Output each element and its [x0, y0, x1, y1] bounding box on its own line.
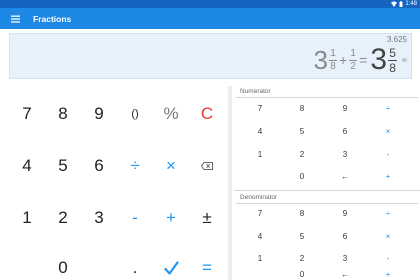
den-key-0[interactable]: 0: [282, 270, 322, 280]
term2-numerator: 1: [350, 47, 356, 59]
denominator-rule: [236, 203, 418, 204]
key-6[interactable]: 6: [81, 146, 117, 186]
app-title: Fractions: [33, 13, 72, 24]
den-key-4[interactable]: 4: [240, 228, 280, 244]
result-denominator: 8: [389, 60, 396, 75]
expression-display: 3.625 3 1 8 + 1 2 = 3 5 8 ≈: [9, 33, 412, 79]
backspace-icon: [201, 162, 213, 170]
term1-numerator: 1: [330, 47, 336, 59]
num-key-7[interactable]: 7: [240, 100, 280, 116]
denominator-panel: Denominator 7 8 9 ÷ 4 5 6 × 1 2 3 - 0 ← …: [234, 191, 420, 280]
den-key-3[interactable]: 3: [325, 250, 365, 266]
den-key-7[interactable]: 7: [240, 205, 280, 221]
key-3[interactable]: 3: [81, 198, 117, 238]
term2-denominator: 2: [350, 60, 356, 72]
percent-button[interactable]: %: [153, 94, 189, 134]
approx-toggle[interactable]: ≈: [402, 55, 407, 65]
status-time: 1:48: [405, 1, 417, 7]
keypad-divider: [228, 86, 232, 280]
key-9[interactable]: 9: [81, 94, 117, 134]
numerator-panel: Numerator 7 8 9 ÷ 4 5 6 × 1 2 3 - 0 ← +: [234, 86, 420, 190]
num-multiply-button[interactable]: ×: [368, 123, 408, 139]
den-multiply-button[interactable]: ×: [368, 228, 408, 244]
den-back-arrow-button[interactable]: ←: [325, 270, 365, 280]
parentheses-button[interactable]: (): [117, 94, 153, 134]
equals-button[interactable]: =: [189, 248, 225, 280]
den-key-1[interactable]: 1: [240, 250, 280, 266]
result-whole: 3: [370, 43, 388, 76]
plus-button[interactable]: +: [153, 198, 189, 238]
key-4[interactable]: 4: [9, 146, 45, 186]
num-back-arrow-button[interactable]: ←: [325, 168, 365, 184]
wifi-icon: [391, 1, 398, 7]
term1-fraction: 1 8: [328, 47, 337, 72]
num-key-1[interactable]: 1: [240, 146, 280, 162]
check-icon: [163, 260, 179, 275]
num-key-8[interactable]: 8: [282, 100, 322, 116]
key-8[interactable]: 8: [45, 94, 81, 134]
battery-icon: [399, 1, 403, 7]
equals-sign: =: [359, 52, 368, 68]
plus-minus-button[interactable]: ±: [189, 198, 225, 238]
num-plus-button[interactable]: +: [368, 168, 408, 184]
num-key-0[interactable]: 0: [282, 168, 322, 184]
den-key-9[interactable]: 9: [325, 205, 365, 221]
divide-button[interactable]: ÷: [117, 146, 153, 186]
den-key-5[interactable]: 5: [282, 228, 322, 244]
app-bar: Fractions: [0, 8, 420, 29]
term1-denominator: 8: [330, 60, 336, 72]
numerator-rule: [236, 97, 418, 98]
denominator-label: Denominator: [240, 194, 278, 201]
den-key-8[interactable]: 8: [282, 205, 322, 221]
backspace-button[interactable]: [189, 146, 225, 186]
key-7[interactable]: 7: [9, 94, 45, 134]
minus-button[interactable]: -: [117, 198, 153, 238]
operator: +: [338, 52, 348, 68]
main-keypad: 7 8 9 () % C 4 5 6 ÷ × 1 2 3 - + ± 0 . =: [0, 86, 228, 280]
num-key-6[interactable]: 6: [325, 123, 365, 139]
key-5[interactable]: 5: [45, 146, 81, 186]
key-2[interactable]: 2: [45, 198, 81, 238]
den-key-6[interactable]: 6: [325, 228, 365, 244]
den-minus-button[interactable]: -: [368, 250, 408, 266]
result-fraction: 5 8: [388, 45, 398, 75]
clear-button[interactable]: C: [189, 94, 225, 134]
num-key-5[interactable]: 5: [282, 123, 322, 139]
check-button[interactable]: [153, 248, 189, 280]
multiply-button[interactable]: ×: [153, 146, 189, 186]
hamburger-icon[interactable]: [0, 8, 30, 29]
term2-fraction: 1 2: [349, 47, 358, 72]
term1-whole: 3: [313, 45, 328, 75]
key-0[interactable]: 0: [45, 248, 81, 280]
result-numerator: 5: [389, 45, 396, 60]
num-key-9[interactable]: 9: [325, 100, 365, 116]
den-key-2[interactable]: 2: [282, 250, 322, 266]
result: 3 5 8: [370, 45, 398, 75]
num-divide-button[interactable]: ÷: [368, 100, 408, 116]
num-key-4[interactable]: 4: [240, 123, 280, 139]
decimal-point-button[interactable]: .: [117, 248, 153, 280]
status-bar: 1:48: [0, 0, 420, 8]
expression: 3 1 8 + 1 2 = 3 5 8 ≈: [314, 43, 407, 77]
num-minus-button[interactable]: -: [368, 146, 408, 162]
num-key-2[interactable]: 2: [282, 146, 322, 162]
numerator-label: Numerator: [240, 88, 271, 95]
den-plus-button[interactable]: +: [368, 270, 408, 280]
num-key-3[interactable]: 3: [325, 146, 365, 162]
key-1[interactable]: 1: [9, 198, 45, 238]
den-divide-button[interactable]: ÷: [368, 205, 408, 221]
